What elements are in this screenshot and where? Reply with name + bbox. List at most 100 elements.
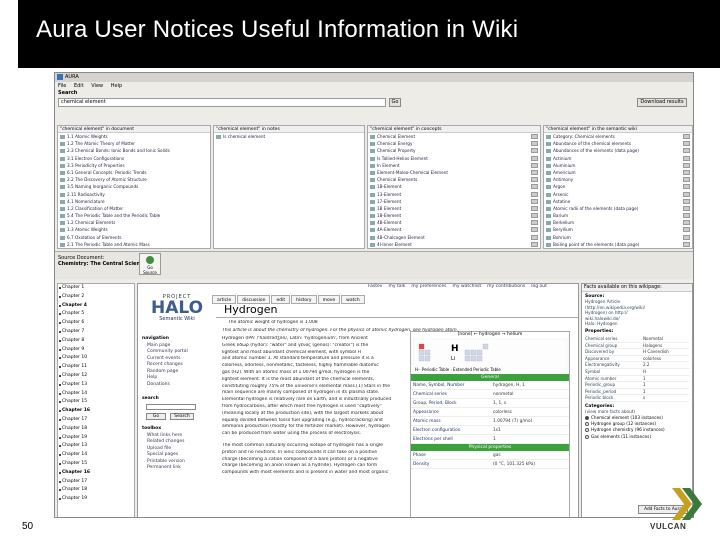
infobox-key[interactable]: Density bbox=[411, 460, 491, 468]
open-page-icon[interactable] bbox=[683, 141, 690, 147]
open-page-icon[interactable] bbox=[531, 234, 538, 240]
open-page-icon[interactable] bbox=[531, 191, 538, 197]
wiki-search-button[interactable]: Search bbox=[170, 413, 194, 420]
radio-icon[interactable] bbox=[585, 434, 589, 439]
chapter-item[interactable]: Chapter 9 bbox=[58, 346, 134, 355]
result-row[interactable]: In Element bbox=[368, 162, 540, 169]
result-row[interactable]: 6.7 Oxidation of Elements bbox=[58, 234, 210, 241]
result-row[interactable]: Category: Chemical elements bbox=[544, 133, 692, 140]
result-row[interactable]: Element-Maleo-Chemical Element bbox=[368, 169, 540, 176]
result-row[interactable]: Chemical Element bbox=[368, 133, 540, 140]
open-page-icon[interactable] bbox=[683, 162, 690, 168]
open-page-icon[interactable] bbox=[683, 227, 690, 233]
menu-view[interactable]: View bbox=[91, 83, 103, 89]
open-page-icon[interactable] bbox=[683, 241, 690, 247]
result-row[interactable]: 17-Element bbox=[368, 198, 540, 205]
wiki-go-button[interactable]: Go bbox=[146, 413, 166, 420]
chapter-item[interactable]: Chapter 18 bbox=[58, 486, 134, 495]
expand-icon[interactable] bbox=[59, 330, 61, 333]
infobox-key[interactable]: Chemical series bbox=[411, 390, 491, 398]
result-row[interactable]: Americium bbox=[544, 169, 692, 176]
result-row[interactable]: Abundance of the chemical elements bbox=[544, 140, 692, 147]
wiki-user-link[interactable]: my watchlist bbox=[453, 284, 482, 289]
result-row[interactable]: 18-Element bbox=[368, 212, 540, 219]
chapter-item[interactable]: Chapter 15 bbox=[58, 398, 134, 407]
radio-icon[interactable] bbox=[585, 415, 589, 420]
result-row[interactable]: Astatine bbox=[544, 198, 692, 205]
result-row[interactable]: 4I-Inner Element bbox=[368, 241, 540, 248]
result-row[interactable]: 1.2 Chemical Elements bbox=[58, 219, 210, 226]
go-button[interactable]: Go bbox=[389, 98, 401, 107]
download-results-button[interactable]: Download results bbox=[637, 98, 687, 107]
expand-icon[interactable] bbox=[59, 287, 61, 289]
open-page-icon[interactable] bbox=[531, 220, 538, 226]
expand-icon[interactable] bbox=[59, 436, 61, 439]
result-row[interactable]: Argon bbox=[544, 183, 692, 190]
result-row[interactable]: 2.3 Chemical Bonds: Ionic Bonds and Ioni… bbox=[58, 147, 210, 154]
open-page-icon[interactable] bbox=[531, 141, 538, 147]
expand-icon[interactable] bbox=[59, 401, 61, 404]
expand-icon[interactable] bbox=[59, 357, 61, 360]
result-row[interactable]: 3.3 Periodicity of Properties bbox=[58, 162, 210, 169]
chapter-item[interactable]: Chapter 2 bbox=[58, 293, 134, 302]
open-page-icon[interactable] bbox=[683, 155, 690, 161]
result-row[interactable]: 4B-Element bbox=[368, 219, 540, 226]
result-row[interactable]: Abundances of the elements (data page) bbox=[544, 147, 692, 154]
chapter-item[interactable]: Chapter 11 bbox=[58, 363, 134, 372]
result-row[interactable]: 3.5 Naming Inorganic Compounds bbox=[58, 183, 210, 190]
open-page-icon[interactable] bbox=[531, 169, 538, 175]
chapter-item[interactable]: Chapter 19 bbox=[58, 434, 134, 443]
open-page-icon[interactable] bbox=[683, 198, 690, 204]
result-row[interactable]: 2.1 The Periodic Table and Atomic Mass bbox=[58, 241, 210, 248]
chapter-item[interactable]: Chapter 1 bbox=[58, 284, 134, 293]
result-row[interactable]: 13-Element bbox=[368, 191, 540, 198]
expand-icon[interactable] bbox=[59, 366, 61, 369]
result-row[interactable]: 5.4 The Periodic Table and the Periodic … bbox=[58, 212, 210, 219]
infobox-key[interactable]: Phase bbox=[411, 451, 491, 459]
open-page-icon[interactable] bbox=[683, 205, 690, 211]
open-page-icon[interactable] bbox=[531, 134, 538, 139]
wiki-user-link[interactable]: log out bbox=[531, 284, 547, 289]
infobox-key[interactable]: Name, Symbol, Number bbox=[411, 381, 491, 389]
expand-icon[interactable] bbox=[59, 348, 61, 351]
open-page-icon[interactable] bbox=[683, 191, 690, 197]
result-row[interactable]: 1.2 Classification of Matter bbox=[58, 205, 210, 212]
result-row[interactable]: Chemical Energy bbox=[368, 140, 540, 147]
result-row[interactable]: 1.1 Atomic Weights bbox=[58, 133, 210, 140]
wiki-user-link[interactable]: my contributions bbox=[487, 284, 525, 289]
open-page-icon[interactable] bbox=[531, 162, 538, 168]
expand-icon[interactable] bbox=[59, 383, 61, 386]
search-input[interactable]: chemical element bbox=[58, 98, 386, 107]
open-page-icon[interactable] bbox=[683, 213, 690, 219]
chapter-item[interactable]: Chapter 10 bbox=[58, 354, 134, 363]
result-row[interactable]: 1.2 The Atomic Theory of Matter bbox=[58, 140, 210, 147]
chapter-item[interactable]: Chapter 17 bbox=[58, 416, 134, 425]
expand-icon[interactable] bbox=[59, 489, 61, 492]
open-page-icon[interactable] bbox=[683, 220, 690, 226]
result-row[interactable]: Actinium bbox=[544, 155, 692, 162]
chapter-item[interactable]: Chapter 19 bbox=[58, 495, 134, 504]
result-row[interactable]: 2.11 Radioactivity bbox=[58, 191, 210, 198]
result-row[interactable]: 1B-Element bbox=[368, 183, 540, 190]
chapter-item[interactable]: Chapter 13 bbox=[58, 442, 134, 451]
expand-icon[interactable] bbox=[59, 418, 61, 421]
open-page-icon[interactable] bbox=[531, 155, 538, 161]
chapter-item[interactable]: Chapter 12 bbox=[58, 372, 134, 381]
wiki-nav-link[interactable]: Recent changes bbox=[142, 362, 188, 369]
expand-icon[interactable] bbox=[59, 304, 61, 307]
infobox-key[interactable]: Electron configuration bbox=[411, 426, 491, 434]
expand-icon[interactable] bbox=[59, 462, 61, 465]
open-page-icon[interactable] bbox=[683, 234, 690, 240]
expand-icon[interactable] bbox=[59, 445, 61, 448]
wiki-search-input[interactable] bbox=[146, 404, 196, 410]
result-row[interactable]: Is chemical element bbox=[214, 133, 364, 140]
result-row[interactable]: Arsenic bbox=[544, 191, 692, 198]
open-page-icon[interactable] bbox=[683, 148, 690, 154]
expand-icon[interactable] bbox=[59, 427, 61, 430]
menu-edit[interactable]: Edit bbox=[74, 83, 84, 89]
open-page-icon[interactable] bbox=[531, 198, 538, 204]
chapter-item[interactable]: Chapter 16 bbox=[58, 469, 134, 478]
open-page-icon[interactable] bbox=[531, 148, 538, 154]
result-row[interactable]: Aluminium bbox=[544, 162, 692, 169]
result-row[interactable]: Beryllium bbox=[544, 226, 692, 233]
